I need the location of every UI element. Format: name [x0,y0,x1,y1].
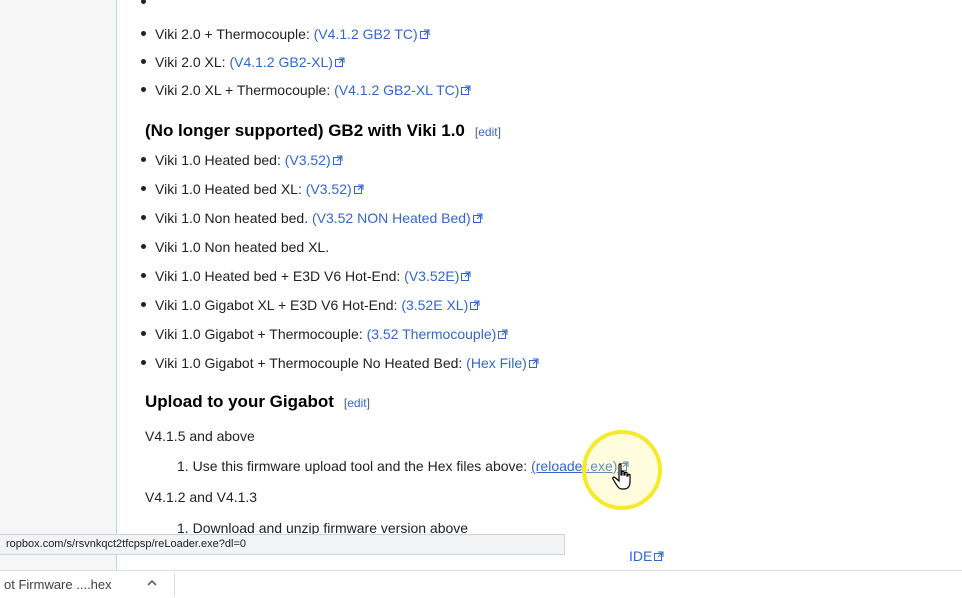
external-link-icon [498,329,508,340]
download-bar: ot Firmware ....hex [0,570,962,598]
external-link-icon [419,29,430,40]
list-item: Viki 1.0 Heated bed XL: (V3.52) [141,181,364,197]
firmware-link[interactable]: (V3.52 NON Heated Bed) [312,210,471,226]
list-item: Viki 1.0 Heated bed + E3D V6 Hot-End: (V… [141,268,471,284]
firmware-link[interactable]: (Hex File) [466,355,527,371]
external-link-icon [461,271,471,282]
bullet [141,185,146,191]
list-item-cut [141,0,159,10]
firmware-link[interactable]: (V3.52E) [404,268,459,284]
bullet [141,243,146,249]
bullet [141,30,146,36]
edit-link[interactable]: [edit] [344,396,370,410]
firmware-link[interactable]: (V3.52) [285,152,331,168]
firmware-link[interactable]: (3.52 Thermocouple) [367,326,497,342]
bullet [141,0,146,4]
list-item: Viki 1.0 Gigabot + Thermocouple No Heate… [141,355,539,371]
bullet [141,272,146,278]
external-link-icon [472,213,483,224]
list-item: Viki 1.0 Non heated bed XL. [141,239,329,255]
firmware-link[interactable]: (V4.1.2 GB2-XL) [229,54,333,70]
list-item: Viki 2.0 XL: (V4.1.2 GB2-XL) [141,54,345,70]
link-url-status-bar: ropbox.com/s/rsvnkqct2tfcpsp/reLoader.ex… [0,534,565,555]
firmware-link[interactable]: (V4.1.2 GB2 TC) [314,26,418,42]
firmware-link[interactable]: (3.52E XL) [401,297,468,313]
external-link-icon [353,184,364,195]
firmware-link[interactable]: (V4.1.2 GB2-XL TC) [334,82,459,98]
download-item[interactable]: ot Firmware ....hex [0,571,112,598]
list-item: Viki 2.0 + Thermocouple: (V4.1.2 GB2 TC) [141,26,430,42]
section-heading-viki1: (No longer supported) GB2 with Viki 1.0[… [145,121,501,140]
external-link-icon [332,155,343,166]
edit-link[interactable]: [edit] [475,125,501,139]
bullet [141,330,146,336]
version-label: V4.1.5 and above [145,428,255,444]
external-link-icon [461,85,471,96]
version-label: V4.1.2 and V4.1.3 [145,489,258,505]
list-item: Viki 2.0 XL + Thermocouple: (V4.1.2 GB2-… [141,82,471,98]
partial-link[interactable]: IDE [629,548,664,564]
external-link-icon [470,300,480,311]
list-item: Viki 1.0 Non heated bed. (V3.52 NON Heat… [141,210,483,226]
section-heading-upload: Upload to your Gigabot [edit] [145,392,370,411]
bullet [141,301,146,307]
divider [174,573,175,596]
bullet [141,359,146,365]
external-link-icon [334,57,345,68]
bullet [141,156,146,162]
numbered-step: 1. Use this firmware upload tool and the… [177,458,629,474]
article-content: Viki 2.0 + Thermocouple: (V4.1.2 GB2 TC)… [116,0,962,570]
list-item: Viki 1.0 Heated bed: (V3.52) [141,152,343,168]
external-link-icon [528,358,539,369]
download-filename[interactable]: ot Firmware ....hex [4,577,112,592]
firmware-link[interactable]: (V3.52) [306,181,352,197]
external-link-icon [654,551,664,562]
bullet [141,86,146,92]
bullet [141,58,146,64]
list-item: Viki 1.0 Gigabot + Thermocouple: (3.52 T… [141,326,508,342]
chevron-up-icon[interactable] [146,577,158,589]
hand-cursor-icon [612,463,631,490]
list-item: Viki 1.0 Gigabot XL + E3D V6 Hot-End: (3… [141,297,480,313]
bullet [141,214,146,220]
